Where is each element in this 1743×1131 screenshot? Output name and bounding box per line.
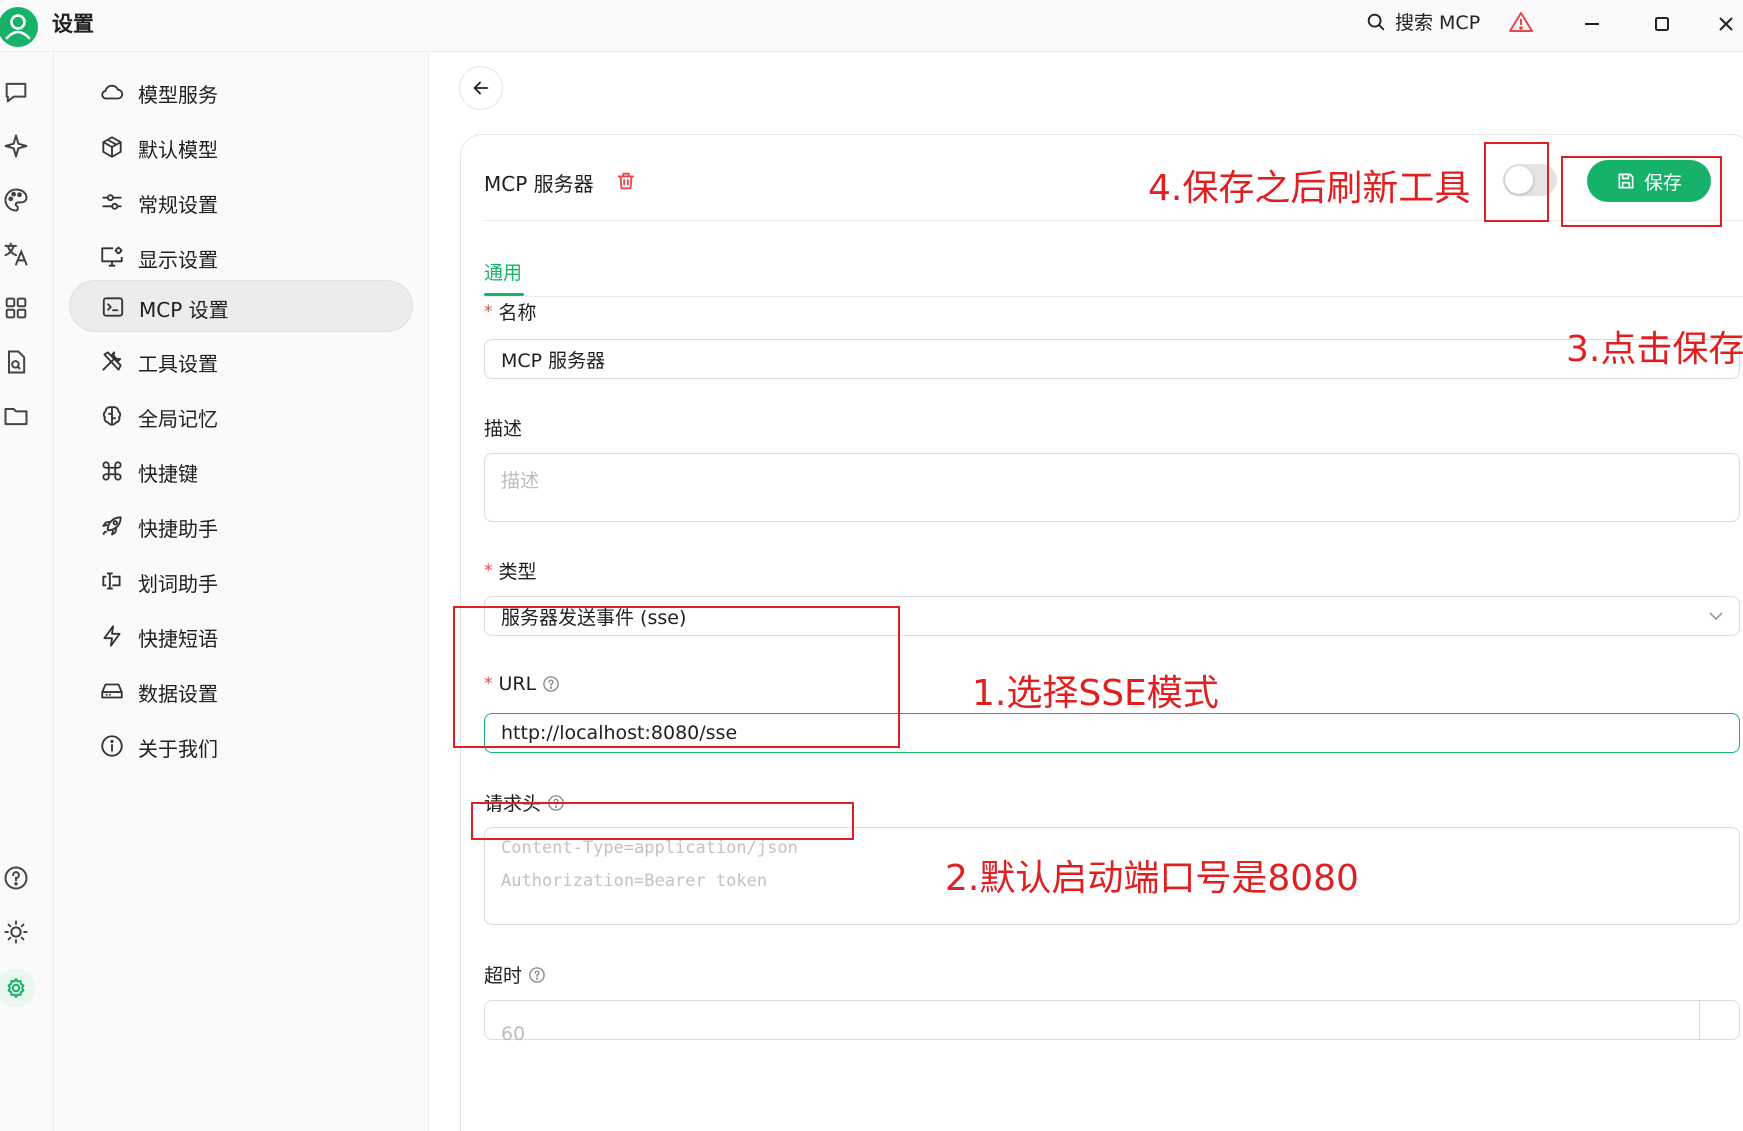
nav-item-display-settings[interactable]: 显示设置 <box>69 231 413 283</box>
settings-nav: 模型服务 默认模型 常规设置 显示设置 MCP 设置 工具设置 全局记忆 快捷键… <box>54 52 429 1131</box>
nav-label: 显示设置 <box>138 248 218 272</box>
annotation-box-url <box>471 802 854 840</box>
type-label: * 类型 <box>484 557 537 584</box>
title-bar: 设置 搜索 MCP <box>0 0 1743 52</box>
tabs-divider <box>483 296 1743 297</box>
trash-icon[interactable] <box>615 170 637 192</box>
desc-placeholder: 描述 <box>501 470 540 492</box>
text-select-icon <box>99 568 125 594</box>
annotation-box-toggle <box>1484 142 1549 222</box>
desc-label: 描述 <box>484 414 522 441</box>
timeout-label: 超时 <box>484 961 546 988</box>
nav-label: 数据设置 <box>138 682 218 706</box>
monitor-settings-icon <box>99 244 125 270</box>
icon-rail <box>0 52 54 1131</box>
search-label: 搜索 MCP <box>1395 12 1481 34</box>
nav-item-quick-assistant[interactable]: 快捷助手 <box>69 500 413 552</box>
nav-label: 快捷短语 <box>138 627 218 651</box>
nav-item-model-service[interactable]: 模型服务 <box>69 66 413 118</box>
tab-general[interactable]: 通用 <box>484 258 522 285</box>
nav-item-tool-settings[interactable]: 工具设置 <box>69 335 413 387</box>
nav-item-about[interactable]: 关于我们 <box>69 720 413 772</box>
rocket-icon <box>99 513 125 539</box>
nav-item-selection-assistant[interactable]: 划词助手 <box>69 555 413 607</box>
brain-icon <box>99 403 125 429</box>
nav-item-mcp-settings[interactable]: MCP 设置 <box>69 280 413 332</box>
nav-label: 关于我们 <box>138 737 218 761</box>
help-icon[interactable] <box>2 864 30 892</box>
app-title: 设置 <box>52 12 94 36</box>
chevron-down-icon <box>1709 611 1723 621</box>
tools-icon <box>99 348 125 374</box>
nav-label: 常规设置 <box>138 193 218 217</box>
required-mark: * <box>484 560 493 581</box>
apps-grid-icon[interactable] <box>2 294 30 322</box>
command-icon <box>99 458 125 484</box>
nav-label: 默认模型 <box>138 138 218 162</box>
sparkle-icon[interactable] <box>2 132 30 160</box>
name-label: * 名称 <box>484 298 537 325</box>
type-label-text: 类型 <box>498 561 537 583</box>
close-button[interactable] <box>1712 10 1740 38</box>
nav-label: 快捷键 <box>138 462 198 486</box>
nav-label: 快捷助手 <box>138 517 218 541</box>
nav-item-general-settings[interactable]: 常规设置 <box>69 176 413 228</box>
nav-label: 工具设置 <box>138 352 218 376</box>
folder-icon[interactable] <box>2 402 30 430</box>
help-circle-icon[interactable] <box>528 966 546 984</box>
headers-placeholder-line-2: Authorization=Bearer token <box>501 871 768 891</box>
theme-toggle-icon[interactable] <box>2 918 30 946</box>
settings-gear-icon[interactable] <box>0 968 38 1008</box>
nav-item-quick-phrases[interactable]: 快捷短语 <box>69 610 413 662</box>
zap-icon <box>99 623 125 649</box>
avatar[interactable] <box>0 3 40 51</box>
annotation-4: 4.保存之后刷新工具 <box>1148 168 1471 209</box>
sliders-icon <box>99 189 125 215</box>
file-search-icon[interactable] <box>2 348 30 376</box>
nav-item-data-settings[interactable]: 数据设置 <box>69 665 413 717</box>
header-divider <box>483 220 1743 221</box>
back-button[interactable] <box>459 66 503 110</box>
info-icon <box>99 733 125 759</box>
required-mark: * <box>484 301 493 322</box>
nav-label: 划词助手 <box>138 572 218 596</box>
translate-icon[interactable] <box>2 240 30 268</box>
annotation-box-save <box>1561 156 1722 227</box>
desc-textarea[interactable]: 描述 <box>484 453 1740 522</box>
desc-label-text: 描述 <box>484 418 523 440</box>
chat-icon[interactable] <box>2 78 30 106</box>
name-value: MCP 服务器 <box>501 349 606 372</box>
settings-window: 设置 搜索 MCP 模型服务 默认模型 常规设置 显示设置 MCP 设置 工具设… <box>0 0 1743 1131</box>
nav-label: 模型服务 <box>138 83 218 107</box>
timeout-input[interactable]: 60 <box>484 1000 1740 1045</box>
server-title: MCP 服务器 <box>484 172 594 196</box>
name-label-text: 名称 <box>498 302 537 324</box>
terminal-icon <box>100 294 126 320</box>
name-input[interactable]: MCP 服务器 <box>484 339 1740 379</box>
nav-item-global-memory[interactable]: 全局记忆 <box>69 390 413 442</box>
cloud-icon <box>99 79 125 105</box>
timeout-placeholder: 60 <box>501 1023 526 1045</box>
annotation-2: 2.默认启动端口号是8080 <box>945 858 1359 899</box>
annotation-1: 1.选择SSE模式 <box>972 673 1219 714</box>
hard-drive-icon <box>99 678 125 704</box>
warning-icon[interactable] <box>1508 10 1534 34</box>
annotation-3: 3.点击保存 <box>1566 329 1743 370</box>
minimize-button[interactable] <box>1578 10 1606 38</box>
maximize-button[interactable] <box>1648 10 1676 38</box>
number-stepper[interactable] <box>1699 1001 1739 1039</box>
search-icon <box>1365 11 1387 33</box>
search-mcp-button[interactable]: 搜索 MCP <box>1365 8 1480 35</box>
timeout-label-text: 超时 <box>484 965 523 987</box>
cube-icon <box>99 134 125 160</box>
palette-icon[interactable] <box>2 186 30 214</box>
nav-item-default-model[interactable]: 默认模型 <box>69 121 413 173</box>
nav-item-shortcuts[interactable]: 快捷键 <box>69 445 413 497</box>
nav-label: MCP 设置 <box>139 298 229 322</box>
nav-label: 全局记忆 <box>138 407 218 431</box>
annotation-box-type <box>453 606 900 748</box>
arrow-left-icon <box>470 77 492 99</box>
